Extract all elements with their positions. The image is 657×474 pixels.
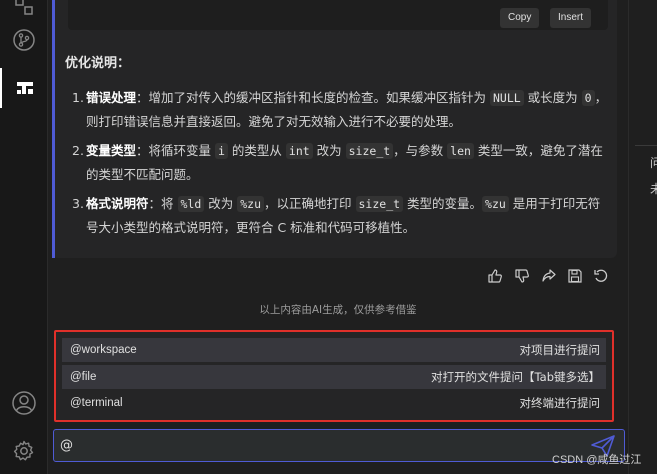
chat-input-value[interactable]: @ [60,438,73,453]
list-item: 2. 变量类型：将循环变量 i 的类型从 int 改为 size_t ，与参数 l… [72,139,612,187]
list-number: 3. [72,196,84,211]
suggestion-description: 对终端进行提问 [519,396,601,410]
ai-response-card: Copy Insert 优化说明： 1. 错误处理：增加了对传入的缓冲区指针和长… [52,0,617,258]
inline-code: len [447,143,474,159]
undo-icon[interactable] [591,266,611,286]
suggestion-workspace[interactable]: @workspace 对项目进行提问 [62,338,606,362]
list-item: 3. 格式说明符：将 %ld 改为 %zu ，以正确地打印 size_t 类型的变… [72,192,612,240]
copy-button[interactable]: Copy [500,8,540,28]
explanation-list: 1. 错误处理：增加了对传入的缓冲区指针和长度的检查。如果缓冲区指针为 NULL… [72,86,612,245]
inline-code: int [285,143,313,159]
inline-code: %zu [237,196,265,212]
suggestion-file[interactable]: @file 对打开的文件提问【Tab键多选】 [62,365,606,389]
gear-icon[interactable] [0,431,48,471]
list-number: 2. [72,143,84,158]
code-block: Copy Insert [68,0,608,30]
insert-button[interactable]: Insert [550,8,592,28]
ai-disclaimer: 以上内容由AI生成，仅供参考借鉴 [259,304,417,316]
inline-code: %ld [177,196,205,212]
item-text: 或长度为 [523,90,582,105]
account-icon[interactable] [0,383,48,423]
item-text: 改为 [204,196,238,211]
suggestion-command: @workspace [70,344,137,356]
source-control-icon[interactable] [0,20,48,60]
item-title: 格式说明符 [86,196,149,211]
inline-code: size_t [345,143,394,159]
item-text: ，与参数 [393,143,448,158]
item-text: 的类型从 [227,143,286,158]
response-accent-bar [52,0,55,258]
save-icon[interactable] [565,266,585,286]
right-panel-edge: 问 未 [628,0,657,474]
suggestion-description: 对打开的文件提问【Tab键多选】 [431,370,600,384]
item-text: 类型的变量。 [403,196,483,211]
agent-suggestion-list: @workspace 对项目进行提问 @file 对打开的文件提问【Tab键多选… [54,330,614,422]
peek-text: 未 [650,182,657,196]
inline-code: size_t [355,196,404,212]
item-text: ：增加了对传入的缓冲区指针和长度的检查。如果缓冲区指针为 [136,90,490,105]
item-text: ，以正确地打印 [264,196,356,211]
watermark: CSDN @咸鱼过江 [552,454,642,466]
activity-bar [0,0,48,474]
divider [635,145,657,146]
item-title: 错误处理 [86,90,137,105]
inline-code: %zu [482,196,509,212]
item-text: ：将循环变量 [136,143,215,158]
peek-text: 问 [650,156,657,170]
item-text: ：将 [148,196,178,211]
chat-input[interactable]: @ [53,429,625,462]
section-title: 优化说明： [65,56,131,71]
ai-assistant-icon[interactable] [0,68,48,108]
chat-panel: Copy Insert 优化说明： 1. 错误处理：增加了对传入的缓冲区指针和长… [48,0,628,474]
inline-code: 0 [581,90,595,106]
thumbs-up-icon[interactable] [485,266,505,286]
suggestion-command: @file [70,371,97,383]
suggestion-command: @terminal [70,397,123,409]
list-number: 1. [72,90,84,105]
inline-code: NULL [490,90,524,106]
suggestion-terminal[interactable]: @terminal 对终端进行提问 [62,391,606,415]
response-actions [485,266,615,288]
item-title: 变量类型 [86,143,137,158]
list-item: 1. 错误处理：增加了对传入的缓冲区指针和长度的检查。如果缓冲区指针为 NULL… [72,86,612,134]
suggestion-description: 对项目进行提问 [519,343,601,357]
thumbs-down-icon[interactable] [512,266,532,286]
share-icon[interactable] [539,266,559,286]
inline-code: i [215,143,228,159]
item-text: 改为 [312,143,346,158]
